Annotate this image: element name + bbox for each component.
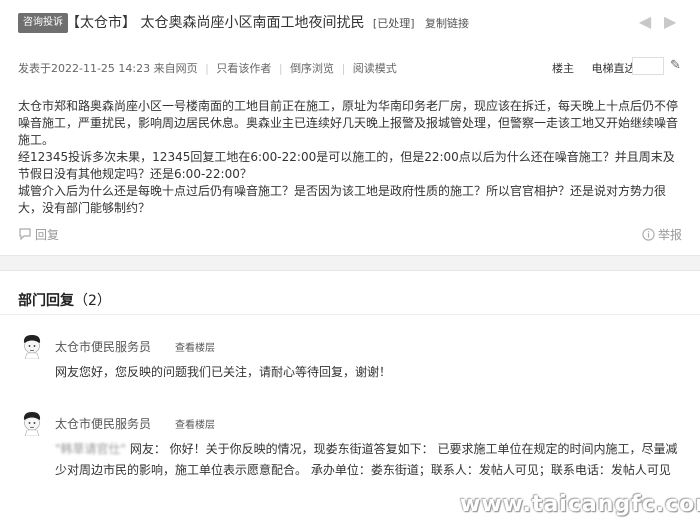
thread-title: 【太仓市】 太仓奥森尚座小区南面工地夜间扰民 [已处理] 复制链接 (66, 13, 469, 34)
section-divider (0, 255, 700, 271)
report-label: 举报 (658, 228, 683, 242)
thread-title-text: 【太仓市】 太仓奥森尚座小区南面工地夜间扰民 (66, 15, 365, 31)
reply-text: 网友您好，您反映的问题我们已关注，请耐心等待回复，谢谢！ (55, 365, 392, 379)
reverse-order-link[interactable]: 倒序浏览 (290, 62, 334, 75)
post-paragraph: 经12345投诉多次未果，12345回复工地在6:00-22:00是可以施工的，… (18, 150, 675, 181)
pen-icon[interactable]: ✎ (670, 58, 684, 74)
elevator-label: 电梯直达 (591, 62, 636, 75)
reply-body: 网友： 你好！关于你反映的情况，现娄东街道答复如下： 已要求施工单位在规定的时间… (55, 442, 678, 477)
post-source: 来自网页 (153, 62, 198, 75)
section-title-text: 部门回复 (18, 293, 74, 309)
floor-tools: 楼主 电梯直达 (552, 60, 636, 76)
reply-author[interactable]: 太仓市便民服务员 (55, 338, 151, 355)
reply-count: （2） (74, 293, 111, 309)
separator: | (341, 62, 346, 75)
reply-author[interactable]: 太仓市便民服务员 (55, 415, 151, 432)
floor-jump-input[interactable] (632, 57, 664, 75)
info-icon (642, 228, 655, 241)
separator: | (278, 62, 283, 75)
avatar-icon (23, 412, 41, 437)
view-floor-link[interactable]: 查看楼层 (175, 416, 215, 431)
comment-icon (19, 228, 31, 241)
copy-link-button[interactable]: 复制链接 (425, 17, 469, 30)
prev-thread-icon[interactable]: ◀ (635, 13, 655, 31)
separator: | (205, 62, 209, 75)
section-rule (0, 314, 700, 315)
next-thread-icon[interactable]: ▶ (660, 13, 680, 31)
reply-button[interactable]: 回复 (18, 226, 59, 243)
quoted-username: "韩草请官仕" (55, 442, 127, 456)
site-watermark: www.taicangfc.com (460, 492, 700, 517)
category-badge: 咨询投诉 (18, 13, 68, 33)
reading-mode-link[interactable]: 阅读模式 (353, 62, 397, 75)
op-label: 楼主 (552, 62, 574, 75)
reply-label: 回复 (35, 228, 60, 242)
avatar (21, 410, 43, 440)
post-paragraph: 城管介入后为什么还是每晚十点过后仍有噪音施工？是否因为该工地是政府性质的施工？所… (18, 184, 667, 215)
report-button[interactable]: 举报 (642, 226, 682, 243)
thread-nav: ◀ ▶ (635, 12, 685, 31)
only-author-link[interactable]: 只看该作者 (216, 62, 271, 75)
avatar (21, 333, 43, 363)
post-paragraph: 太仓市郑和路奥森尚座小区一号楼南面的工地目前正在施工，原址为华南印务老厂房，现应… (18, 99, 679, 147)
avatar-icon (23, 335, 41, 360)
reply-text: "韩草请官仕" 网友： 你好！关于你反映的情况，现娄东街道答复如下： 已要求施工… (55, 439, 685, 481)
post-date: 发表于2022-11-25 14:23 (18, 62, 151, 75)
view-floor-link[interactable]: 查看楼层 (175, 339, 215, 354)
post-meta: 发表于2022-11-25 14:23 来自网页 | 只看该作者 | 倒序浏览 … (18, 60, 397, 76)
post-body: 太仓市郑和路奥森尚座小区一号楼南面的工地目前正在施工，原址为华南印务老厂房，现应… (18, 98, 684, 217)
department-replies-title: 部门回复（2） (18, 290, 111, 310)
status-badge: [已处理] (372, 17, 415, 30)
